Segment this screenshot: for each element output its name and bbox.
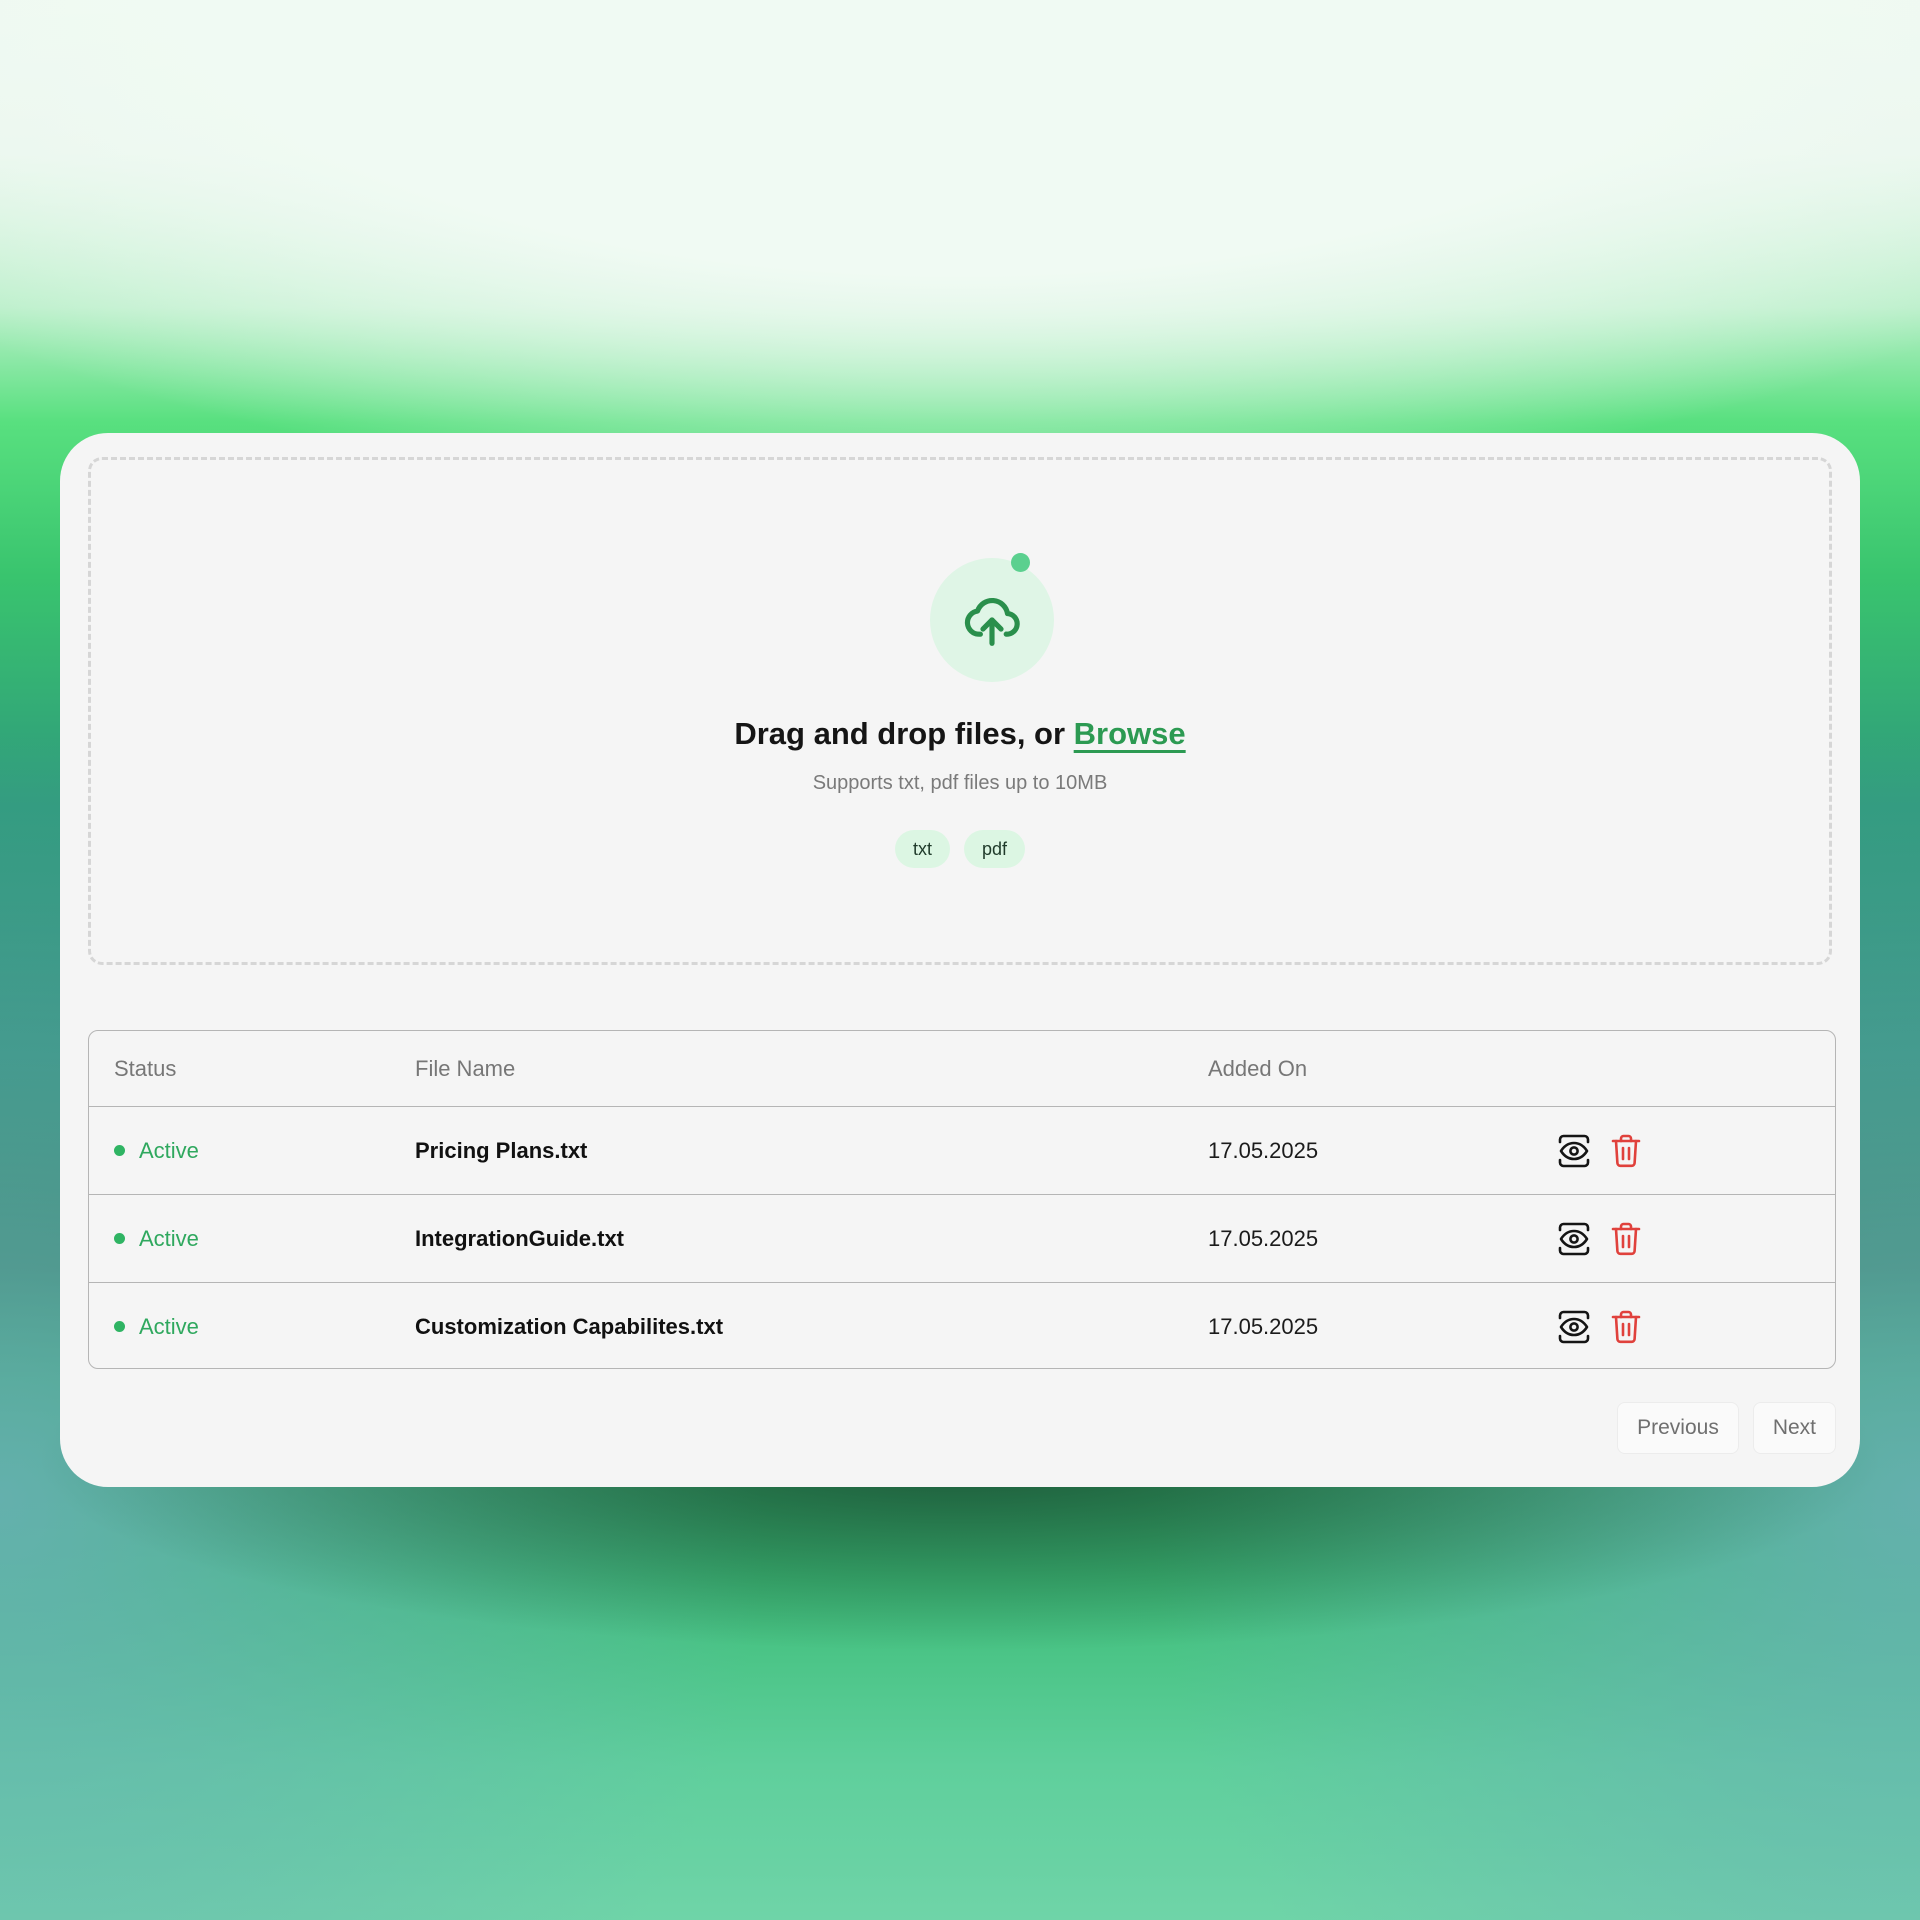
added-on-date: 17.05.2025: [1208, 1313, 1319, 1339]
cloud-upload-icon: [964, 597, 1020, 646]
table-row: Active Pricing Plans.txt 17.05.2025: [89, 1106, 1835, 1194]
dropzone-title: Drag and drop files, or Browse: [734, 716, 1186, 751]
delete-button[interactable]: [1609, 1133, 1643, 1169]
column-header-added-on: Added On: [1208, 1055, 1308, 1081]
added-on-date: 17.05.2025: [1208, 1225, 1319, 1251]
file-name: Customization Capabilites.txt: [415, 1313, 724, 1339]
trash-icon: [1611, 1310, 1641, 1343]
view-icon: [1558, 1310, 1590, 1343]
next-page-button[interactable]: Next: [1752, 1402, 1836, 1454]
files-table: Status File Name Added On Active Pricing…: [88, 1030, 1836, 1369]
file-dropzone[interactable]: Drag and drop files, or Browse Supports …: [88, 457, 1832, 965]
table-row: Active IntegrationGuide.txt 17.05.2025: [89, 1194, 1835, 1282]
status-cell: Active: [114, 1107, 199, 1194]
pagination: Previous Next: [1617, 1402, 1836, 1454]
added-on-date: 17.05.2025: [1208, 1137, 1319, 1163]
column-header-status: Status: [114, 1055, 177, 1081]
status-dot: [114, 1145, 125, 1156]
view-icon: [1558, 1222, 1590, 1255]
file-name: IntegrationGuide.txt: [415, 1225, 624, 1251]
trash-icon: [1611, 1222, 1641, 1255]
file-type-chips: txt pdf: [91, 830, 1829, 868]
view-button[interactable]: [1557, 1309, 1591, 1345]
file-manager-card: Drag and drop files, or Browse Supports …: [60, 433, 1860, 1487]
status-text: Active: [139, 1313, 199, 1339]
view-icon: [1558, 1134, 1590, 1167]
delete-button[interactable]: [1609, 1309, 1643, 1345]
status-cell: Active: [114, 1195, 199, 1282]
column-header-file-name: File Name: [415, 1055, 516, 1081]
table-header-row: Status File Name Added On: [89, 1031, 1835, 1106]
row-actions: [1557, 1107, 1643, 1194]
status-text: Active: [139, 1137, 199, 1163]
file-type-chip: pdf: [963, 830, 1026, 868]
status-cell: Active: [114, 1283, 199, 1368]
view-button[interactable]: [1557, 1221, 1591, 1257]
browse-link[interactable]: Browse: [1074, 716, 1186, 751]
file-type-chip: txt: [894, 830, 950, 868]
view-button[interactable]: [1557, 1133, 1591, 1169]
dropzone-subtitle: Supports txt, pdf files up to 10MB: [812, 772, 1108, 794]
status-text: Active: [139, 1225, 199, 1251]
delete-button[interactable]: [1609, 1221, 1643, 1257]
file-name: Pricing Plans.txt: [415, 1137, 588, 1163]
row-actions: [1557, 1195, 1643, 1282]
table-row: Active Customization Capabilites.txt 17.…: [89, 1282, 1835, 1368]
status-indicator-dot: [1011, 553, 1030, 572]
trash-icon: [1611, 1134, 1641, 1167]
previous-page-button[interactable]: Previous: [1617, 1402, 1739, 1454]
status-dot: [114, 1233, 125, 1244]
status-dot: [114, 1321, 125, 1332]
upload-icon-badge: [930, 558, 1054, 682]
row-actions: [1557, 1283, 1643, 1368]
